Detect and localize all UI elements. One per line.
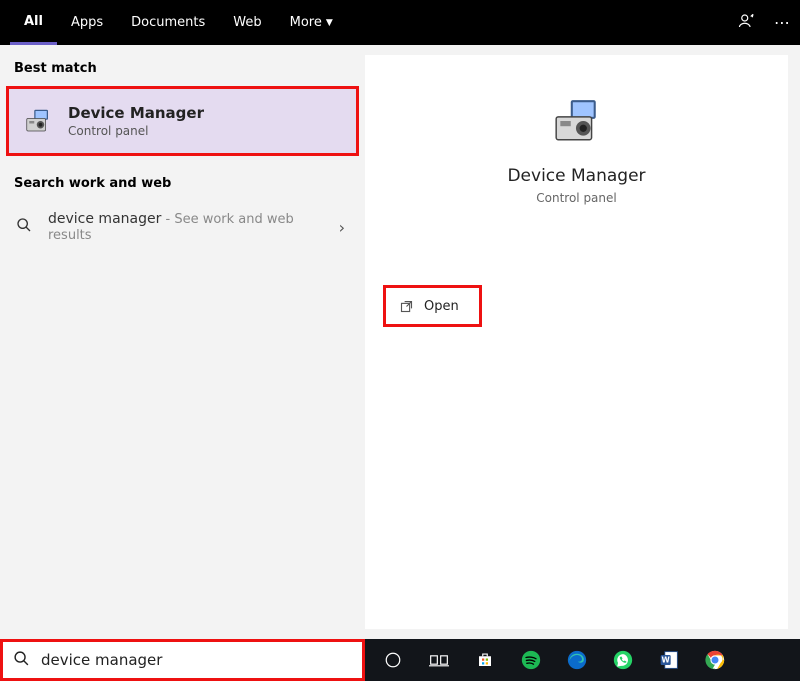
preview-device-manager-icon: [549, 93, 604, 148]
search-icon: [16, 217, 36, 237]
preview-subtitle: Control panel: [365, 191, 788, 205]
chrome-icon[interactable]: [705, 650, 725, 670]
cortana-icon[interactable]: [383, 650, 403, 670]
best-match-result[interactable]: Device Manager Control panel: [6, 86, 359, 156]
word-icon[interactable]: W: [659, 650, 679, 670]
bottom-bar: W: [0, 639, 800, 681]
more-options-icon[interactable]: ⋯: [774, 13, 790, 32]
web-result-query: device manager: [48, 211, 161, 227]
results-column: Best match Device Manager Control panel …: [0, 45, 365, 639]
preview-column: Device Manager Control panel Open: [365, 45, 800, 639]
preview-card: Device Manager Control panel Open: [365, 55, 788, 629]
spotify-icon[interactable]: [521, 650, 541, 670]
tab-more-label: More: [290, 15, 322, 30]
web-search-result[interactable]: device manager - See work and web result…: [0, 201, 365, 253]
search-box[interactable]: [0, 639, 365, 681]
preview-title: Device Manager: [365, 166, 788, 186]
open-label: Open: [424, 299, 459, 314]
tab-web[interactable]: Web: [219, 0, 275, 45]
whatsapp-icon[interactable]: [613, 650, 633, 670]
tab-documents[interactable]: Documents: [117, 0, 219, 45]
microsoft-store-icon[interactable]: [475, 650, 495, 670]
search-input[interactable]: [41, 651, 352, 669]
search-tabs-bar: All Apps Documents Web More ▼ ⋯: [0, 0, 800, 45]
open-button[interactable]: Open: [383, 285, 482, 327]
tab-more[interactable]: More ▼: [276, 0, 347, 45]
taskbar: W: [365, 639, 800, 681]
device-manager-icon: [23, 106, 53, 136]
section-best-match-label: Best match: [0, 55, 365, 86]
web-result-text: device manager - See work and web result…: [48, 211, 339, 243]
chevron-down-icon: ▼: [326, 18, 333, 28]
feedback-icon[interactable]: [738, 12, 756, 34]
best-match-subtitle: Control panel: [68, 124, 204, 138]
tab-all[interactable]: All: [10, 0, 57, 45]
best-match-title: Device Manager: [68, 104, 204, 122]
task-view-icon[interactable]: [429, 650, 449, 670]
tab-apps[interactable]: Apps: [57, 0, 117, 45]
chevron-right-icon: ›: [339, 218, 345, 237]
search-icon: [13, 650, 31, 671]
section-work-web-label: Search work and web: [0, 170, 365, 201]
edge-icon[interactable]: [567, 650, 587, 670]
svg-text:W: W: [662, 656, 671, 665]
open-icon: [398, 298, 414, 314]
